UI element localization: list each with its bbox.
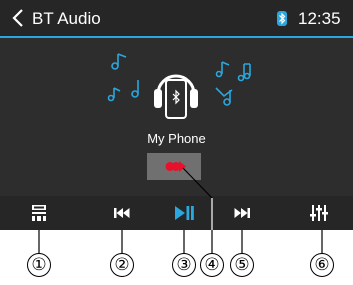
callout-lines xyxy=(38,167,323,253)
callout-3: ③ xyxy=(172,253,196,277)
callout-1: ① xyxy=(27,253,51,277)
callout-6: ⑥ xyxy=(310,253,334,277)
callout-4: ④ xyxy=(200,253,224,277)
callout-2: ② xyxy=(110,253,134,277)
callout-5: ⑤ xyxy=(230,253,254,277)
